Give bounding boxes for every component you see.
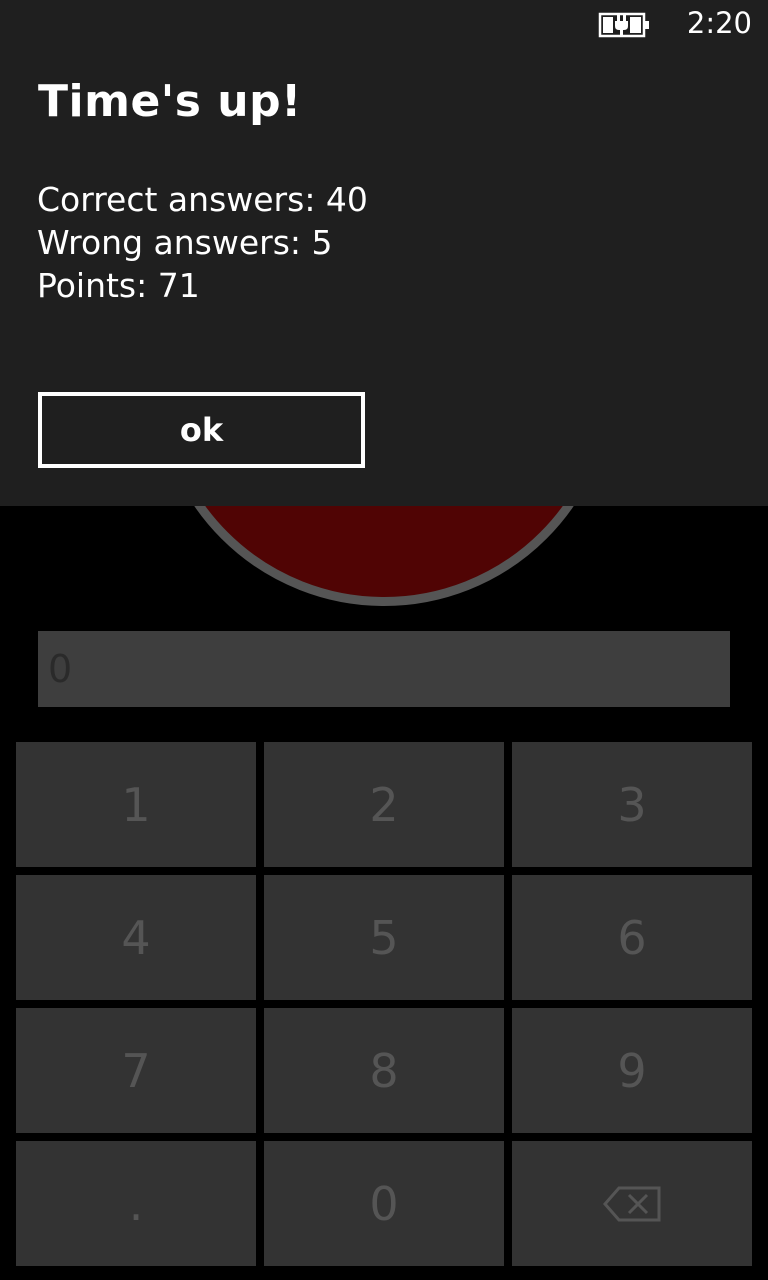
battery-charging-icon (598, 12, 649, 38)
key-8[interactable]: 8 (264, 1008, 504, 1133)
key-6[interactable]: 6 (512, 875, 752, 1000)
status-bar: 2:20 (0, 0, 768, 50)
key-4[interactable]: 4 (16, 875, 256, 1000)
key-7[interactable]: 7 (16, 1008, 256, 1133)
ok-button[interactable]: ok (38, 392, 365, 468)
key-1[interactable]: 1 (16, 742, 256, 867)
key-9[interactable]: 9 (512, 1008, 752, 1133)
wrong-answers-text: Wrong answers: 5 (37, 223, 333, 262)
key-decimal[interactable]: . (16, 1141, 256, 1266)
key-backspace[interactable] (512, 1141, 752, 1266)
screen: 0 1 2 3 4 5 6 7 8 9 . 0 2:20 Time's up! … (0, 0, 768, 1280)
status-time: 2:20 (686, 6, 752, 40)
answer-input[interactable]: 0 (38, 631, 730, 707)
key-2[interactable]: 2 (264, 742, 504, 867)
times-up-dialog: 2:20 Time's up! Correct answers: 40 Wron… (0, 0, 768, 506)
points-text: Points: 71 (37, 266, 200, 305)
correct-answers-text: Correct answers: 40 (37, 180, 368, 219)
backspace-icon (603, 1186, 661, 1221)
dialog-title: Time's up! (38, 76, 302, 127)
key-0[interactable]: 0 (264, 1141, 504, 1266)
key-5[interactable]: 5 (264, 875, 504, 1000)
numeric-keypad: 1 2 3 4 5 6 7 8 9 . 0 (16, 742, 752, 1266)
key-3[interactable]: 3 (512, 742, 752, 867)
